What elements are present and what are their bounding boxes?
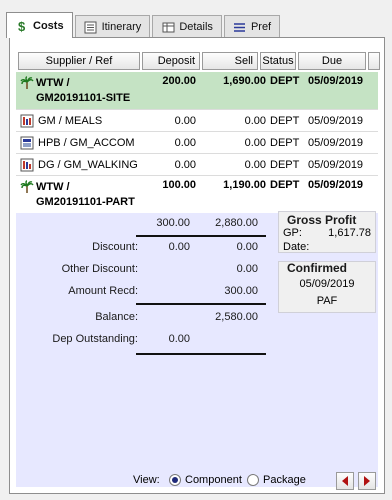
row-status: DEPT — [270, 75, 300, 87]
column-header-extra[interactable] — [368, 52, 380, 70]
row-ref-line2: GM20191101-PART — [36, 196, 135, 208]
arrow-left-icon — [342, 476, 348, 486]
row-deposit: 0.00 — [174, 136, 196, 149]
tab-pref-label: Pref — [250, 21, 272, 33]
total-sell: 2,880.00 — [215, 217, 258, 229]
row-deposit: 100.00 — [162, 179, 196, 191]
next-button[interactable] — [358, 472, 376, 490]
row-sell: 0.00 — [244, 158, 266, 171]
amount-recd-label: Amount Recd: — [68, 285, 138, 297]
row-deposit: 0.00 — [174, 114, 196, 127]
table-icon — [161, 20, 175, 34]
row-ref-line1: WTW / — [36, 76, 70, 89]
column-header-due[interactable]: Due — [298, 52, 366, 70]
tab-bar: $ Costs Itinerary Details Pref — [6, 12, 282, 38]
tab-costs[interactable]: $ Costs — [6, 12, 73, 38]
amount-recd-sell: 300.00 — [224, 285, 258, 297]
tab-itinerary-label: Itinerary — [101, 21, 142, 33]
table-row[interactable]: GM / MEALS 0.00 0.00 DEPT 05/09/2019 — [16, 110, 378, 132]
dep-outstanding-deposit: 0.00 — [168, 333, 190, 345]
balance-sell: 2,580.00 — [215, 311, 258, 323]
palm-tree-icon — [20, 76, 34, 90]
row-ref-line2: GM20191101-SITE — [36, 91, 131, 104]
row-ref: HPB / GM_ACCOM — [38, 136, 135, 149]
total-deposit: 300.00 — [156, 217, 190, 229]
dollar-icon: $ — [15, 19, 29, 33]
row-sell: 1,190.00 — [223, 179, 266, 191]
row-sell: 1,690.00 — [223, 75, 266, 87]
confirmed-date: 05/09/2019 — [299, 278, 355, 290]
component-label: Component — [185, 474, 242, 486]
gross-profit-title: Gross Profit — [287, 213, 357, 227]
table-row[interactable]: HPB / GM_ACCOM 0.00 0.00 DEPT 05/09/2019 — [16, 132, 378, 154]
package-label: Package — [263, 474, 306, 486]
divider — [136, 303, 266, 305]
walking-icon — [20, 158, 34, 172]
tab-details[interactable]: Details — [152, 15, 222, 38]
divider — [136, 353, 266, 355]
column-header-sell[interactable]: Sell — [202, 52, 258, 70]
column-header-deposit[interactable]: Deposit — [142, 52, 200, 70]
list-icon — [84, 20, 98, 34]
tab-pref[interactable]: Pref — [223, 15, 281, 38]
tab-costs-label: Costs — [33, 19, 64, 32]
row-status: DEPT — [270, 114, 300, 127]
row-due: 05/09/2019 — [308, 114, 364, 127]
dep-outstanding-label: Dep Outstanding: — [52, 333, 138, 345]
arrow-right-icon — [364, 476, 370, 486]
tab-details-label: Details — [179, 21, 213, 33]
balance-label: Balance: — [95, 311, 138, 323]
package-option[interactable]: Package — [247, 474, 306, 486]
gp-label: GP: — [283, 227, 302, 239]
row-status: DEPT — [270, 158, 300, 171]
gp-value: 1,617.78 — [328, 227, 371, 239]
row-status: DEPT — [270, 179, 300, 191]
row-deposit: 200.00 — [162, 75, 196, 87]
row-due: 05/09/2019 — [308, 158, 364, 171]
summary-area: 300.00 2,880.00 Discount: 0.00 0.00 Othe… — [16, 211, 378, 487]
discount-sell: 0.00 — [236, 241, 258, 253]
row-ref: GM / MEALS — [38, 114, 103, 127]
row-sell: 0.00 — [244, 136, 266, 149]
other-discount-label: Other Discount: — [61, 263, 138, 275]
row-due: 05/09/2019 — [308, 179, 364, 191]
footer-bar: View: Component Package — [9, 468, 385, 494]
row-ref: DG / GM_WALKING — [38, 158, 138, 171]
discount-label: Discount: — [92, 241, 138, 253]
costs-panel: Supplier / Ref Deposit Sell Status Due W… — [9, 37, 385, 494]
svg-text:$: $ — [18, 19, 26, 33]
palm-tree-icon — [20, 180, 34, 194]
confirmed-by: PAF — [316, 295, 338, 307]
row-deposit: 0.00 — [174, 158, 196, 171]
tab-itinerary[interactable]: Itinerary — [74, 15, 151, 38]
discount-deposit: 0.00 — [168, 241, 190, 253]
confirmed-title: Confirmed — [287, 261, 347, 275]
row-sell: 0.00 — [244, 114, 266, 127]
gp-date-label: Date: — [283, 241, 310, 253]
component-radio[interactable] — [169, 474, 181, 486]
package-radio[interactable] — [247, 474, 259, 486]
column-header-supplier[interactable]: Supplier / Ref — [18, 52, 140, 70]
confirmed-box: Confirmed 05/09/2019 PAF — [278, 261, 376, 313]
table-row[interactable]: WTW / GM20191101-PART 100.00 1,190.00 DE… — [16, 176, 378, 214]
table-row[interactable]: DG / GM_WALKING 0.00 0.00 DEPT 05/09/201… — [16, 154, 378, 176]
costs-window: $ Costs Itinerary Details Pref Supplier … — [0, 0, 392, 500]
other-discount-sell: 0.00 — [236, 263, 258, 275]
divider — [136, 235, 266, 237]
row-due: 05/09/2019 — [308, 136, 364, 149]
gross-profit-box: Gross Profit GP: 1,617.78 Date: — [278, 211, 376, 253]
component-option[interactable]: Component — [169, 474, 242, 486]
meals-icon — [20, 114, 34, 128]
row-status: DEPT — [270, 136, 300, 149]
prev-button[interactable] — [336, 472, 354, 490]
row-ref-line1: WTW / — [36, 181, 70, 193]
column-header-status[interactable]: Status — [260, 52, 296, 70]
view-label: View: — [133, 474, 160, 486]
row-due: 05/09/2019 — [308, 75, 364, 87]
lines-icon — [233, 20, 247, 34]
accommodation-icon — [20, 136, 34, 150]
table-row[interactable]: WTW / GM20191101-SITE 200.00 1,690.00 DE… — [16, 72, 378, 110]
